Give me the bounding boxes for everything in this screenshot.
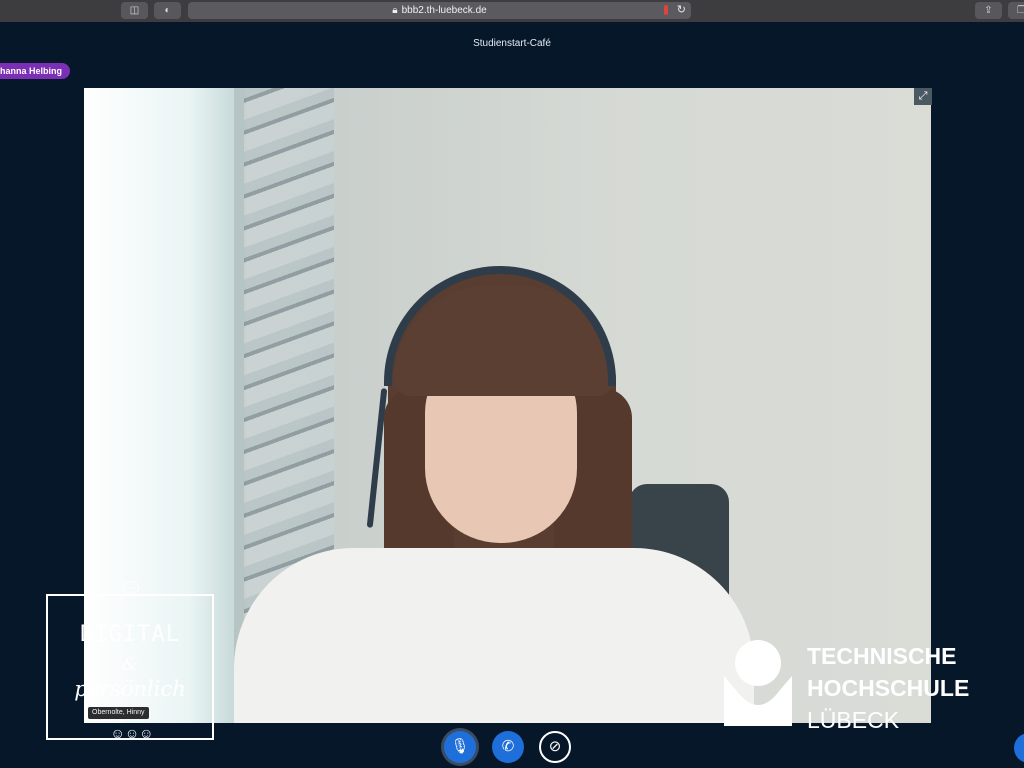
camera-off-icon: ⊘ bbox=[548, 738, 562, 755]
logo-persoenlich-text: persönlich bbox=[74, 677, 186, 701]
actions-menu-button[interactable] bbox=[1014, 733, 1024, 763]
logo-digital-text: DIGITAL bbox=[80, 622, 180, 647]
share-webcam-button[interactable]: ⊘ bbox=[539, 731, 571, 763]
share-icon: ⇪ bbox=[984, 5, 993, 16]
reload-icon[interactable]: ↻ bbox=[677, 2, 686, 19]
recording-indicator-icon bbox=[664, 5, 668, 15]
institution-line-2: HOCHSCHULE bbox=[807, 675, 970, 701]
lock-icon: 🔒︎ bbox=[392, 5, 398, 16]
presenter-name-badge: hanna Helbing bbox=[0, 63, 71, 79]
microphone-icon: 🎙︎ bbox=[450, 738, 470, 755]
tabs-icon: ❐ bbox=[1017, 5, 1024, 16]
institution-line-1: TECHNISCHE bbox=[807, 643, 957, 669]
logo-ampersand-text: & bbox=[121, 654, 139, 675]
audio-phone-button[interactable]: ✆ bbox=[492, 731, 524, 763]
headset bbox=[384, 266, 616, 386]
privacy-shield-button[interactable]: ◐ bbox=[154, 2, 181, 19]
sidebar-icon: ◫ bbox=[129, 5, 140, 16]
url-text: bbb2.th-luebeck.de bbox=[401, 5, 487, 16]
group-icon: ☺☺☺ bbox=[110, 725, 154, 741]
phone-icon: ✆ bbox=[501, 738, 515, 755]
fullscreen-icon: ⤢ bbox=[918, 90, 928, 102]
share-button[interactable]: ⇪ bbox=[975, 2, 1002, 19]
mute-microphone-button[interactable]: 🎙︎ bbox=[444, 731, 476, 763]
thl-logo-icon bbox=[724, 640, 792, 726]
shield-icon: ◐ bbox=[164, 5, 171, 16]
fullscreen-button[interactable]: ⤢ bbox=[914, 88, 932, 105]
tabs-button[interactable]: ❐ bbox=[1008, 2, 1024, 19]
sweater bbox=[234, 548, 754, 723]
people-chat-icon: 💬︎ bbox=[119, 579, 143, 599]
institution-wordmark: TECHNISCHE HOCHSCHULE LÜBECK bbox=[807, 640, 969, 736]
participant-tooltip: Obernolte, Hinny bbox=[88, 707, 149, 719]
browser-toolbar: ◫ ◐ 🔒︎ bbb2.th-luebeck.de ↻ ⇪ ❐ bbox=[0, 0, 1024, 22]
institution-line-3: LÜBECK bbox=[807, 707, 900, 733]
sidebar-toggle-button[interactable]: ◫ bbox=[121, 2, 148, 19]
meeting-title: Studienstart-Café bbox=[473, 38, 551, 49]
address-bar[interactable]: 🔒︎ bbb2.th-luebeck.de ↻ bbox=[188, 2, 691, 19]
